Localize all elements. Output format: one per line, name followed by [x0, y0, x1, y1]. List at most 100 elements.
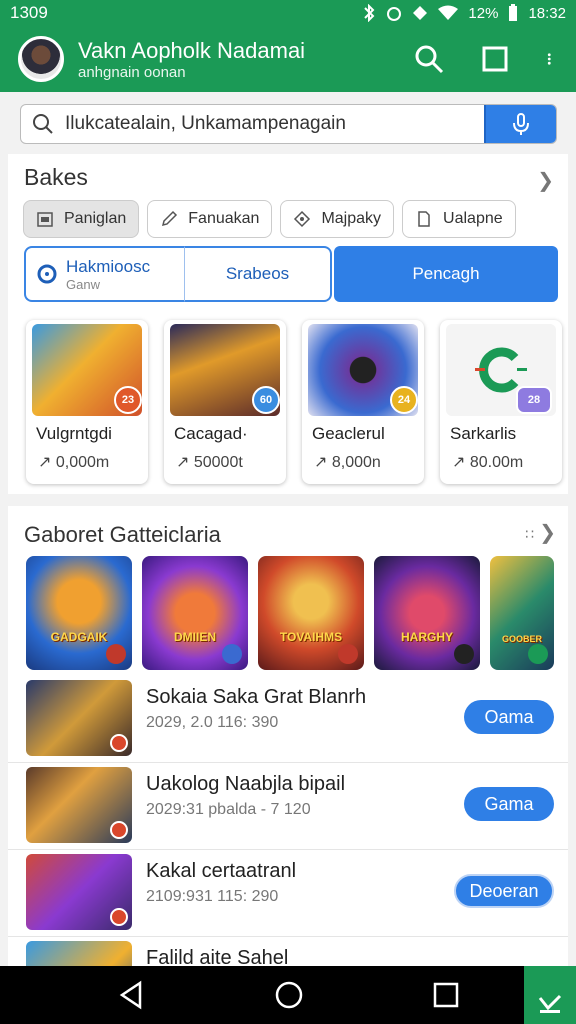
list-item[interactable]: Uakolog Naabjla bipail 2029:31 pbalda - … [8, 763, 568, 850]
list-thumbnail [26, 854, 132, 930]
app-card[interactable]: 28 Sarkarlis ↗ 80.00m [440, 320, 562, 484]
voice-search-button[interactable] [484, 105, 556, 143]
list-badge [110, 734, 128, 752]
app-bar: Vakn Aopholk Nadamai anhgnain oonan [0, 26, 576, 92]
banner-label: HARGHY [400, 630, 453, 644]
search-field-icon [21, 105, 65, 143]
title-block: Vakn Aopholk Nadamai anhgnain oonan [78, 38, 414, 81]
chip-label: Majpaky [321, 210, 382, 227]
list-item[interactable]: Sokaia Saka Grat Blanrh 2029, 2.0 116: 3… [8, 676, 568, 763]
list-item-meta: 2109:931 115: 290 [146, 888, 279, 905]
recents-icon[interactable] [430, 979, 462, 1011]
segment-a-title: Hakmioosc [66, 256, 151, 276]
banner-label: GOOBER [501, 634, 542, 644]
games-section: Gaboret Gatteiclaria ∷ ❯ GADGAIK DMIIEN … [8, 506, 568, 1017]
segmented-control: Hakmioosc Ganw Srabeos Pencagh [24, 246, 558, 302]
segment-a[interactable]: Hakmioosc Ganw [24, 246, 184, 302]
featured-section: Bakes ❯ Paniglan Fanuakan Majpaky Ualapn… [8, 154, 568, 494]
chevron-right-icon[interactable]: ❯ [539, 520, 556, 545]
banner-badge [528, 644, 548, 664]
list-item-title: Uakolog Naabjla bipail [146, 773, 346, 795]
navigation-bar [0, 966, 576, 1024]
app-shortcut-icon [538, 994, 562, 1013]
list-item-title: Sokaia Saka Grat Blanrh [146, 686, 367, 708]
pen-icon [162, 210, 178, 227]
segment-c[interactable]: Pencagh [334, 246, 558, 302]
search-icon[interactable] [414, 44, 444, 74]
microphone-icon [513, 113, 529, 135]
game-banner[interactable]: GADGAIK [26, 556, 132, 670]
brand-icon [37, 264, 57, 284]
chip-1[interactable]: Paniglan [23, 200, 140, 238]
app-card[interactable]: 23 Vulgrntgdi ↗ 0,000m [26, 320, 148, 484]
back-icon[interactable] [116, 979, 148, 1011]
banner-row: GADGAIK DMIIEN TOVAIHMS HARGHY GOOBER [26, 556, 554, 670]
chip-4[interactable]: Ualapne [402, 200, 516, 238]
list-badge [110, 908, 128, 926]
more-dots-icon[interactable]: ∷ [525, 526, 536, 543]
list-item[interactable]: Kakal certaatranl 2109:931 115: 290 Deoe… [8, 850, 568, 937]
app-bar-actions [414, 44, 560, 74]
banner-badge [106, 644, 126, 664]
chip-label: Ualapne [443, 210, 503, 227]
document-icon [418, 211, 430, 227]
list-item-button[interactable]: Oama [464, 700, 554, 734]
avatar[interactable] [18, 36, 64, 82]
chip-label: Fanuakan [188, 210, 260, 227]
more-vert-icon[interactable] [546, 44, 560, 74]
banner-label: DMIIEN [174, 630, 216, 644]
search-input[interactable] [65, 105, 484, 143]
list-item-title: Kakal certaatranl [146, 860, 297, 882]
home-icon[interactable] [273, 979, 305, 1011]
app-name: Cacagad· [174, 424, 248, 443]
calendar-icon [37, 212, 53, 227]
segment-b[interactable]: Srabeos [184, 246, 332, 302]
list-item-meta: 2029:31 pbalda - 7 120 [146, 801, 311, 818]
corner-app-icon[interactable] [524, 966, 576, 1024]
chip-3[interactable]: Majpaky [280, 200, 395, 238]
banner-badge [454, 644, 474, 664]
game-banner[interactable]: DMIIEN [142, 556, 248, 670]
square-icon[interactable] [480, 44, 510, 74]
list-item-meta: 2029, 2.0 116: 390 [146, 714, 279, 731]
app-name: Sarkarlis [450, 424, 517, 443]
search-bar [20, 104, 557, 144]
list-item-button[interactable]: Deoeran [454, 874, 554, 908]
app-badge: 23 [114, 386, 142, 414]
status-time-right: 18:32 [528, 4, 566, 22]
game-banner[interactable]: TOVAIHMS [258, 556, 364, 670]
status-icons: 12% 18:32 [362, 4, 566, 22]
list-item-button[interactable]: Gama [464, 787, 554, 821]
segment-a-subtitle: Ganw [66, 276, 100, 292]
banner-badge [338, 644, 358, 664]
battery-icon [509, 4, 518, 21]
chip-label: Paniglan [64, 210, 127, 227]
app-card[interactable]: 60 Cacagad· ↗ 50000t [164, 320, 286, 484]
app-row: 23 Vulgrntgdi ↗ 0,000m 60 Cacagad· ↗ 500… [26, 320, 562, 484]
wifi-icon [438, 5, 459, 20]
app-badge: 28 [516, 386, 552, 414]
chip-2[interactable]: Fanuakan [147, 200, 273, 238]
app-name: Vulgrntgdi [36, 424, 112, 443]
app-price: ↗ 50000t [176, 454, 243, 471]
app-badge: 24 [390, 386, 418, 414]
list-thumbnail [26, 680, 132, 756]
banner-label: GADGAIK [50, 630, 108, 644]
banner-label: TOVAIHMS [279, 630, 343, 644]
game-banner[interactable]: HARGHY [374, 556, 480, 670]
status-time-left: 1309 [10, 3, 48, 22]
app-price: ↗ 8,000n [314, 454, 381, 471]
tag-icon [294, 210, 311, 228]
app-subtitle: anhgnain oonan [78, 63, 186, 81]
battery-percent: 12% [468, 4, 499, 22]
app-name: Geaclerul [312, 424, 385, 443]
game-banner[interactable]: GOOBER [490, 556, 554, 670]
alarm-icon [387, 7, 402, 21]
section-title: Bakes [24, 164, 88, 190]
chevron-right-icon[interactable]: ❯ [537, 168, 554, 193]
app-card[interactable]: 24 Geaclerul ↗ 8,000n [302, 320, 424, 484]
banner-badge [222, 644, 242, 664]
category-chips: Paniglan Fanuakan Majpaky Ualapne [23, 200, 516, 238]
section-title: Gaboret Gatteiclaria [24, 522, 221, 547]
list-badge [110, 821, 128, 839]
